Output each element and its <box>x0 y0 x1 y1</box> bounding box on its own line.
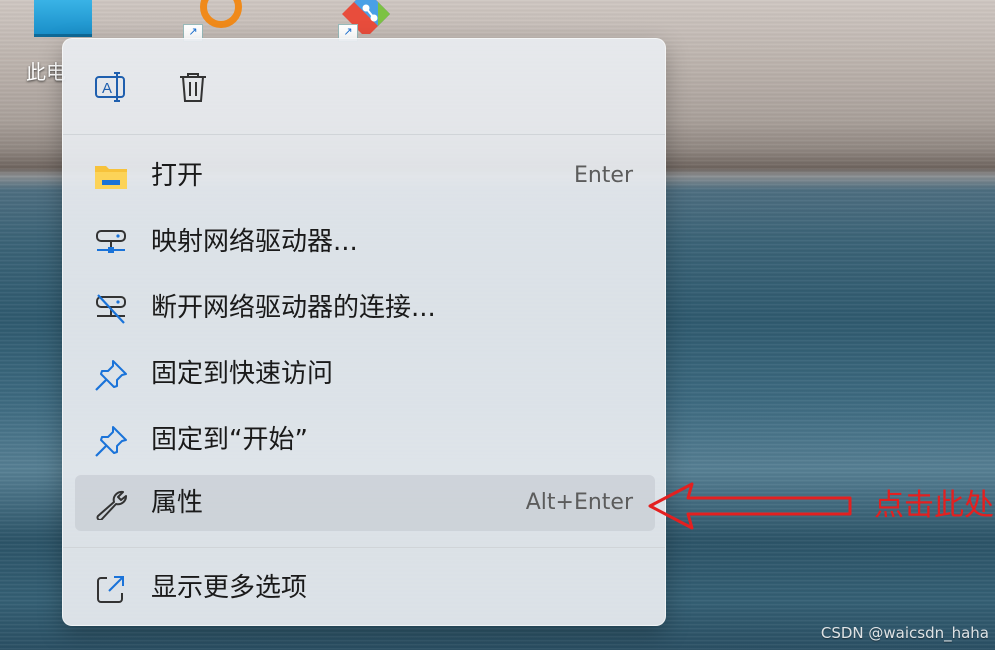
trash-icon <box>180 73 206 102</box>
network-drive-icon <box>93 228 129 258</box>
delete-button[interactable] <box>169 63 217 111</box>
rename-button[interactable]: A <box>87 63 135 111</box>
menu-item-label: 属性 <box>151 488 204 518</box>
menu-item-pin-start[interactable]: 固定到“开始” <box>75 412 655 468</box>
pin-icon <box>93 426 129 457</box>
this-pc-icon[interactable] <box>34 0 92 37</box>
open-external-icon <box>93 574 129 604</box>
annotation-arrow <box>648 482 852 530</box>
menu-item-open[interactable]: 打开 Enter <box>75 148 655 204</box>
desktop: 此电 ↗ ↗ A 打开 Enter 映射网络驱动器... 断开网络驱动器的连接.… <box>0 0 995 650</box>
menu-item-label: 断开网络驱动器的连接... <box>151 293 436 323</box>
rename-icon: A <box>95 72 125 102</box>
menu-item-show-more-options[interactable]: 显示更多选项 <box>75 560 655 616</box>
menu-item-label: 映射网络驱动器... <box>151 227 358 257</box>
menu-item-disconnect-network-drive[interactable]: 断开网络驱动器的连接... <box>75 280 655 336</box>
menu-item-shortcut: Enter <box>573 163 633 188</box>
wrench-icon <box>93 489 129 520</box>
menu-item-label: 显示更多选项 <box>151 573 308 603</box>
annotation-label: 点击此处 <box>874 488 994 523</box>
folder-icon <box>93 162 129 192</box>
menu-item-shortcut: Alt+Enter <box>525 490 633 515</box>
menu-item-pin-quick-access[interactable]: 固定到快速访问 <box>75 346 655 402</box>
menu-item-map-network-drive[interactable]: 映射网络驱动器... <box>75 214 655 270</box>
menu-item-properties[interactable]: 属性 Alt+Enter <box>75 475 655 531</box>
menu-action-bar: A <box>63 39 665 135</box>
this-pc-label: 此电 <box>26 60 66 84</box>
menu-item-label: 固定到快速访问 <box>151 359 334 389</box>
menu-item-label: 固定到“开始” <box>151 425 308 455</box>
pin-icon <box>93 360 129 391</box>
menu-item-label: 打开 <box>151 161 204 191</box>
svg-text:A: A <box>102 80 112 97</box>
watermark: CSDN @waicsdn_haha <box>820 624 989 642</box>
disconnect-network-drive-icon <box>93 294 129 324</box>
context-menu: A 打开 Enter 映射网络驱动器... 断开网络驱动器的连接... 固定到快… <box>62 38 666 626</box>
menu-divider <box>63 547 665 548</box>
app-shortcut-icon[interactable] <box>200 0 242 28</box>
menu-divider <box>63 134 665 135</box>
